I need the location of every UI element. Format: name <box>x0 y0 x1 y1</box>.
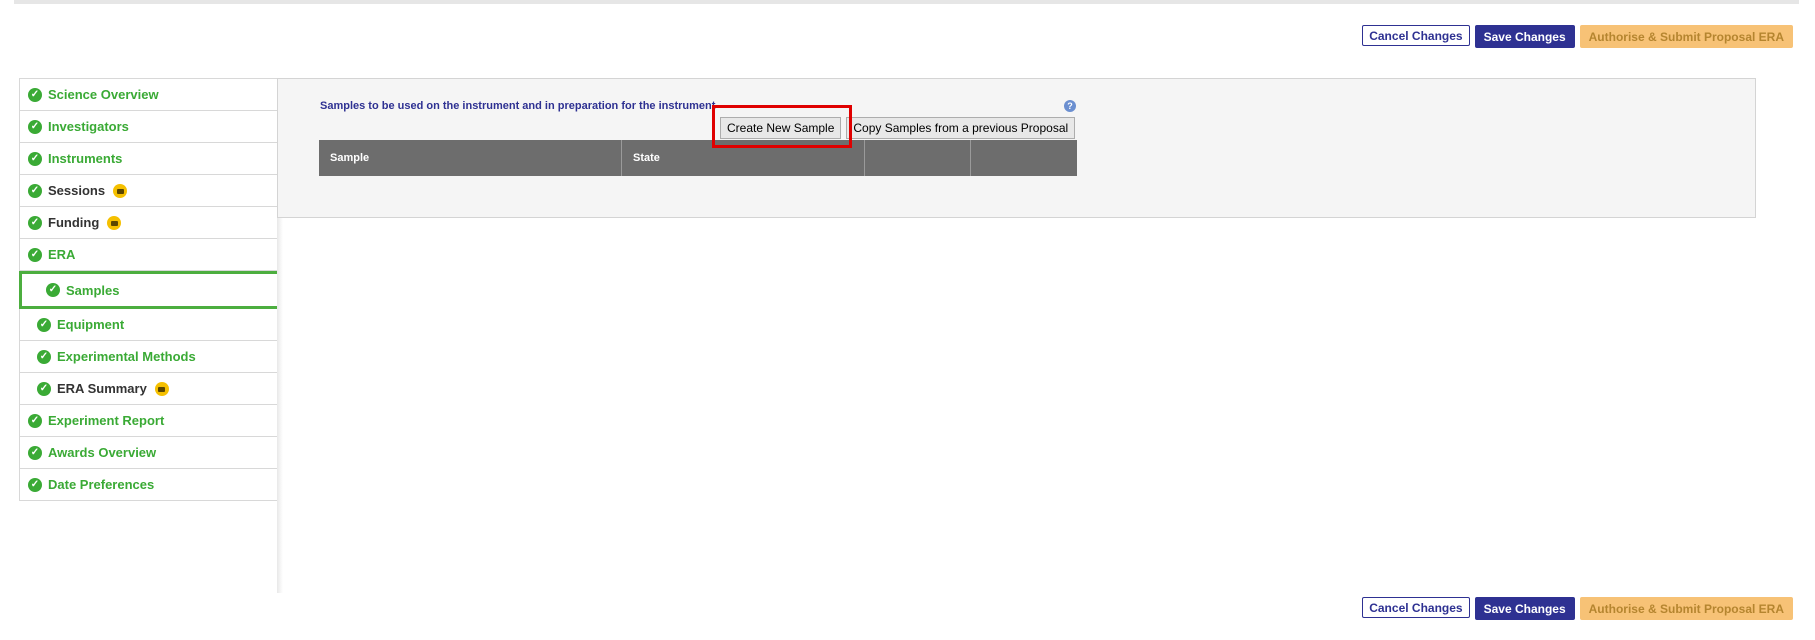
sidebar-item-era[interactable]: ✓ ERA <box>19 239 277 271</box>
bottom-action-bar: Cancel Changes Save Changes Authorise & … <box>1362 597 1793 620</box>
sidebar-item-label: ERA Summary <box>57 381 147 396</box>
sidebar-item-date-preferences[interactable]: ✓ Date Preferences <box>19 469 277 501</box>
sidebar-item-label: Equipment <box>57 317 125 332</box>
sidebar-item-era-summary[interactable]: ✓ ERA Summary <box>19 373 277 405</box>
lock-icon <box>113 183 128 198</box>
check-icon: ✓ <box>46 283 60 297</box>
samples-table: Sample State <box>319 140 1077 176</box>
check-icon: ✓ <box>37 317 51 332</box>
sidebar-item-sessions[interactable]: ✓ Sessions <box>19 175 277 207</box>
sidebar-item-label: Science Overview <box>48 87 159 102</box>
sidebar-item-label: Funding <box>48 215 100 230</box>
check-icon: ✓ <box>37 381 51 396</box>
cancel-changes-button[interactable]: Cancel Changes <box>1362 25 1470 46</box>
sidebar-item-equipment[interactable]: ✓ Equipment <box>19 309 277 341</box>
sidebar-item-label: Date Preferences <box>48 477 155 492</box>
sidebar-item-investigators[interactable]: ✓ Investigators <box>19 111 277 143</box>
copy-samples-button[interactable]: Copy Samples from a previous Proposal <box>846 117 1076 139</box>
lock-icon <box>107 215 122 230</box>
samples-panel: Samples to be used on the instrument and… <box>277 78 1756 218</box>
check-icon: ✓ <box>28 87 42 102</box>
cancel-changes-button[interactable]: Cancel Changes <box>1362 597 1470 618</box>
check-icon: ✓ <box>28 413 42 428</box>
sidebar-item-label: Experiment Report <box>48 413 165 428</box>
help-icon[interactable]: ? <box>1064 100 1076 112</box>
check-icon: ✓ <box>28 445 42 460</box>
sidebar-item-label: Samples <box>66 282 120 298</box>
check-icon: ✓ <box>28 183 42 198</box>
check-icon: ✓ <box>28 247 42 262</box>
sidebar-item-label: Experimental Methods <box>57 349 196 364</box>
check-icon: ✓ <box>28 151 42 166</box>
sidebar-item-label: Instruments <box>48 151 123 166</box>
check-icon: ✓ <box>28 477 42 492</box>
sidebar-item-label: ERA <box>48 247 76 262</box>
save-changes-button[interactable]: Save Changes <box>1474 597 1575 620</box>
authorise-submit-button[interactable]: Authorise & Submit Proposal ERA <box>1579 597 1793 620</box>
sidebar-nav: ✓ Science Overview ✓ Investigators ✓ Ins… <box>19 78 277 501</box>
sidebar-item-label: Sessions <box>48 183 106 198</box>
save-changes-button[interactable]: Save Changes <box>1474 25 1575 48</box>
sidebar-item-experimental-methods[interactable]: ✓ Experimental Methods <box>19 341 277 373</box>
column-header-blank-2 <box>971 140 1077 176</box>
check-icon: ✓ <box>28 215 42 230</box>
check-icon: ✓ <box>28 119 42 134</box>
column-header-blank-1 <box>865 140 971 176</box>
sidebar-item-experiment-report[interactable]: ✓ Experiment Report <box>19 405 277 437</box>
check-icon: ✓ <box>37 349 51 364</box>
authorise-submit-button[interactable]: Authorise & Submit Proposal ERA <box>1579 25 1793 48</box>
sidebar-item-samples[interactable]: ✓ Samples <box>19 271 277 309</box>
sidebar-item-funding[interactable]: ✓ Funding <box>19 207 277 239</box>
sidebar-item-label: Investigators <box>48 119 129 134</box>
top-action-bar: Cancel Changes Save Changes Authorise & … <box>1362 25 1793 48</box>
sidebar-item-awards-overview[interactable]: ✓ Awards Overview <box>19 437 277 469</box>
sidebar-item-science-overview[interactable]: ✓ Science Overview <box>19 79 277 111</box>
column-header-sample[interactable]: Sample <box>319 140 622 176</box>
sidebar-item-label: Awards Overview <box>48 445 157 460</box>
highlight-box <box>712 105 852 148</box>
samples-intro-text: Samples to be used on the instrument and… <box>320 100 716 112</box>
sidebar-item-instruments[interactable]: ✓ Instruments <box>19 143 277 175</box>
top-divider <box>14 0 1799 4</box>
lock-icon <box>154 381 169 396</box>
